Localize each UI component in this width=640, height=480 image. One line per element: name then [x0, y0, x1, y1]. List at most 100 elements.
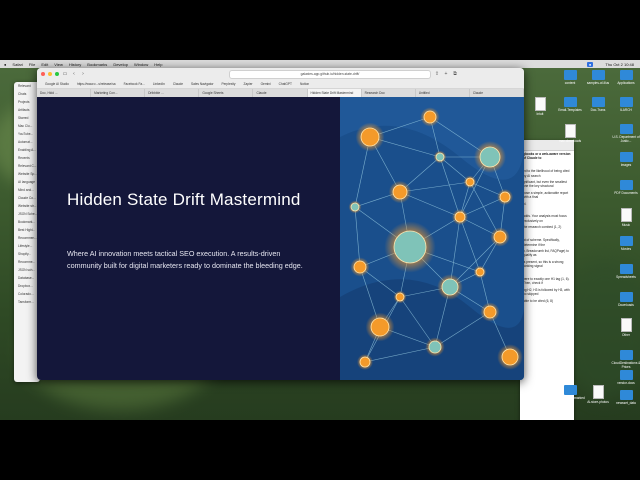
desktop-folder-icon[interactable]: Music	[608, 208, 640, 227]
menu-item[interactable]: Edit	[41, 62, 48, 67]
network-node	[395, 292, 405, 302]
bookmark-item[interactable]: https://www.c...s/release/sa	[77, 82, 116, 86]
desktop-folder-icon[interactable]: Movies	[608, 236, 640, 251]
document-window: gbooks or a web-aware version of Claude …	[520, 140, 574, 420]
folder-icon	[534, 97, 546, 111]
document-line: pose a simple, actionable report with a …	[523, 190, 569, 200]
browser-tab[interactable]: Claude	[470, 89, 524, 97]
new-tab-icon[interactable]: +	[443, 71, 449, 77]
browser-tab[interactable]: Hidden State Drift Mastermind	[307, 89, 362, 97]
minimize-window-icon[interactable]	[48, 72, 52, 76]
bookmark-item[interactable]: Facebook Fa...	[124, 82, 145, 86]
bookmark-item[interactable]: Zapier	[244, 82, 253, 86]
desktop-folder-icon[interactable]: Applications	[608, 70, 640, 85]
document-line: ng H2, H3 is followed by H3, with no ski…	[523, 287, 570, 297]
folder-icon	[619, 236, 633, 246]
bookmark-item[interactable]: Gemini	[261, 82, 271, 86]
menu-item[interactable]: Bookmarks	[87, 62, 107, 67]
network-node	[370, 317, 390, 337]
zoom-window-icon[interactable]	[55, 72, 59, 76]
menu-item[interactable]: Help	[154, 62, 162, 67]
desktop-folder-icon[interactable]: U.S. Department of Justic...	[608, 124, 640, 143]
desktop-icon-label: PDF Documents	[614, 191, 638, 195]
close-window-icon[interactable]	[41, 72, 45, 76]
desktop-folder-icon[interactable]: newsset_data	[608, 390, 640, 405]
folder-icon	[563, 70, 577, 80]
network-art-svg	[340, 97, 524, 380]
network-node	[359, 356, 371, 368]
share-icon[interactable]: ⇪	[434, 71, 440, 77]
tab-overview-icon[interactable]: ⧉	[452, 71, 458, 77]
network-illustration	[340, 97, 524, 380]
document-line: gbooks or a web-aware version of Claude …	[523, 152, 571, 161]
desktop-folder-icon[interactable]: mac-downloads	[552, 124, 588, 143]
document-line: is present, so this is a strong ranking …	[523, 259, 564, 269]
menu-item[interactable]: Safari	[12, 62, 22, 67]
folder-icon	[564, 124, 576, 138]
browser-tab[interactable]: Marketing Con...	[91, 89, 146, 97]
bookmark-item[interactable]: Google AI Studio	[45, 82, 69, 86]
network-node	[465, 177, 475, 187]
sidebar-toggle-icon[interactable]: ▭	[62, 71, 68, 77]
desktop-folder-icon[interactable]: CloudDestinations & Prices	[608, 350, 640, 369]
document-line: able to be cited (6, 8)	[523, 298, 553, 303]
desktop-icon-label: Spreadsheets	[616, 275, 636, 279]
page-content: Hidden State Drift Mastermind Where AI i…	[37, 97, 524, 380]
bookmark-item[interactable]: Notion	[300, 82, 309, 86]
bookmark-item[interactable]: LinkedIn	[153, 82, 165, 86]
menu-item[interactable]: Window	[134, 62, 148, 67]
desktop-folder-icon[interactable]: ILARCH	[608, 97, 640, 112]
desktop-folder-icon[interactable]: vendor-docs	[608, 370, 640, 385]
browser-tab[interactable]: Google Sheets	[199, 89, 254, 97]
forward-icon[interactable]: ›	[80, 71, 86, 77]
desktop-folder-icon[interactable]: Spreadsheets	[608, 264, 640, 279]
desktop-icon-label: U.S. Department of Justic...	[612, 135, 640, 143]
document-line: gnificant, but even the smallest one the…	[523, 180, 567, 189]
network-node	[493, 230, 507, 244]
network-node	[423, 110, 437, 124]
bookmark-item[interactable]: ChatGPT	[279, 82, 292, 86]
browser-tab[interactable]: Untitled	[416, 89, 470, 97]
desktop-folder-icon[interactable]: PDF Documents	[608, 180, 640, 195]
browser-tab[interactable]: Claude	[253, 89, 308, 97]
menu-item[interactable]: File	[29, 62, 35, 67]
menu-item[interactable]: History	[69, 62, 81, 67]
desktop-icon-label: Applications	[617, 81, 635, 85]
bookmark-item[interactable]: Claude	[173, 82, 183, 86]
browser-tab[interactable]: Doc, Hidd ...	[37, 89, 92, 97]
browser-tab[interactable]: Dribbble ...	[145, 89, 200, 97]
folder-icon	[619, 350, 633, 360]
clock[interactable]: Thu Oct 2 10:48	[605, 62, 634, 67]
desktop-icon-label: Downloads	[618, 303, 634, 307]
desktop-icon-label: Music	[621, 223, 631, 227]
desktop-folder-icon[interactable]: Downloads	[608, 292, 640, 307]
bookmark-item[interactable]: Sales Navigator	[191, 82, 214, 86]
folder-icon	[619, 180, 633, 190]
desktop-icon-label: ILARCH	[620, 108, 632, 112]
folder-icon	[619, 390, 633, 400]
browser-tab[interactable]: Research Doc	[362, 89, 416, 97]
network-node	[475, 267, 485, 277]
network-node	[428, 340, 442, 354]
desktop-folder-icon[interactable]: Images	[608, 152, 640, 167]
hero-title: Hidden State Drift Mastermind	[67, 190, 301, 209]
desktop-icon-label: Images	[620, 163, 632, 167]
address-bar[interactable]: galaxies-app.github.io/hidden-state-drif…	[229, 69, 431, 79]
desktop-folder-icon[interactable]: Other	[608, 318, 640, 337]
menu-item[interactable]: Develop	[113, 62, 128, 67]
apple-menu-icon[interactable]: ●	[4, 62, 6, 67]
folder-icon	[563, 97, 577, 107]
status-icon[interactable]: ●	[586, 61, 594, 67]
folder-icon	[591, 70, 605, 80]
bookmark-item[interactable]: Perplexity	[222, 82, 236, 86]
menu-item[interactable]: View	[54, 62, 63, 67]
network-node	[479, 146, 501, 168]
desktop-icon-label: Movies	[620, 247, 632, 251]
folder-icon	[619, 152, 633, 162]
network-node	[441, 278, 459, 296]
network-node	[435, 152, 445, 162]
back-icon[interactable]: ‹	[71, 71, 77, 77]
folder-icon	[620, 208, 632, 222]
folder-icon	[592, 385, 604, 399]
desktop-icon-label: CloudDestinations & Prices	[611, 361, 640, 369]
